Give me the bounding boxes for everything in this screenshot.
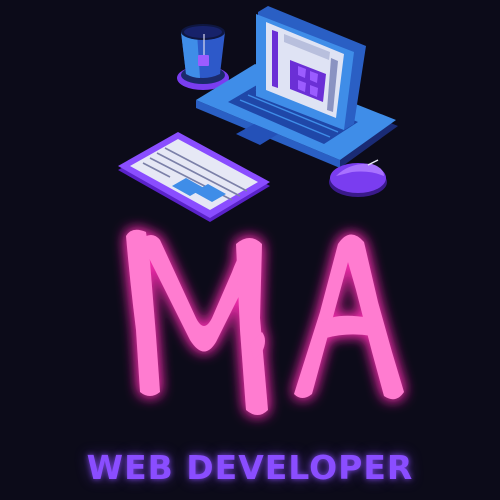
ma-brush-letters [126, 229, 404, 415]
tablet-icon [118, 132, 270, 222]
coffee-cup-icon [177, 24, 229, 90]
laptop-icon [196, 6, 398, 168]
tagline-web-developer: WEB DEVELOPER [86, 448, 414, 487]
logo-canvas: WEB DEVELOPER [0, 0, 500, 500]
